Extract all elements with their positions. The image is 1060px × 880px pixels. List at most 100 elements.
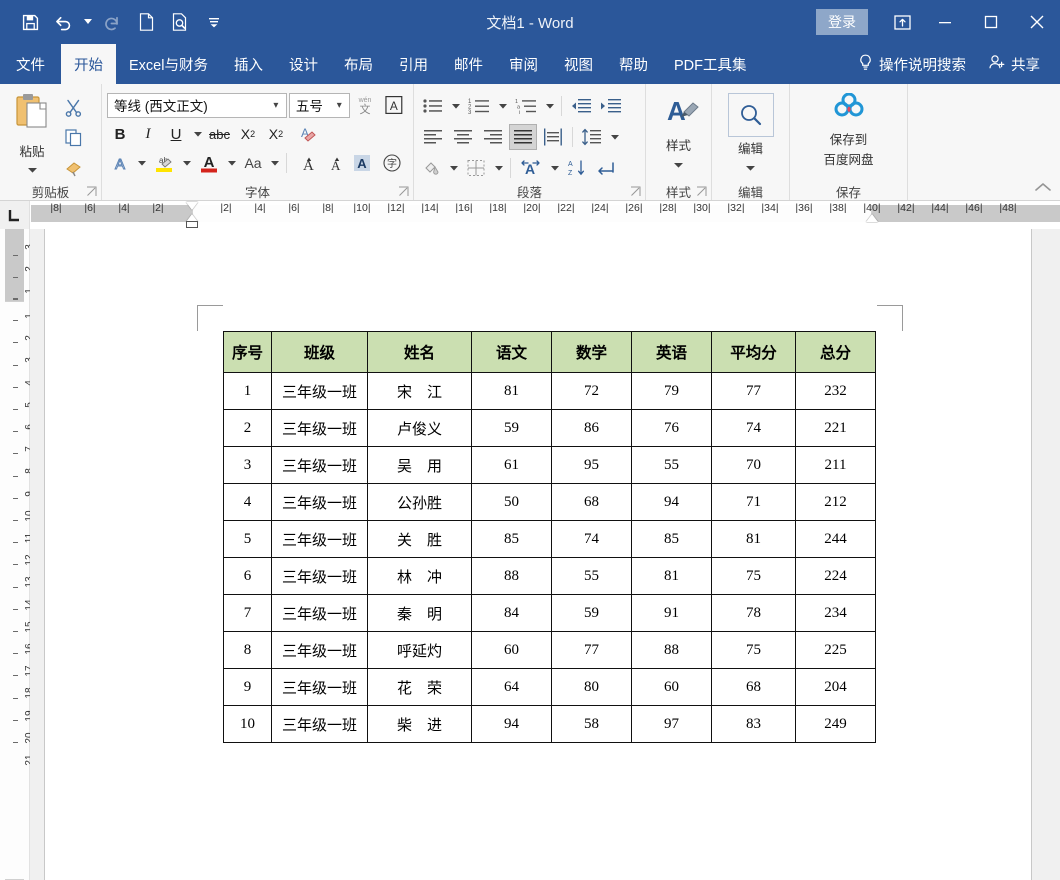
align-left-icon[interactable] — [419, 124, 447, 150]
cell-english[interactable]: 94 — [632, 484, 712, 521]
table-row[interactable]: 7三年级一班秦 明84599178234 — [224, 595, 876, 632]
cell-name[interactable]: 呼延灼 — [368, 632, 472, 669]
styles-dialog-launcher-icon[interactable] — [696, 186, 707, 197]
cut-icon[interactable] — [59, 94, 87, 120]
cell-no[interactable]: 5 — [224, 521, 272, 558]
cell-math[interactable]: 80 — [552, 669, 632, 706]
numbered-list-dropdown-icon[interactable] — [496, 93, 509, 119]
tab-help[interactable]: 帮助 — [606, 44, 661, 84]
cell-average[interactable]: 74 — [712, 410, 796, 447]
phonetic-guide-icon[interactable]: wén文 — [352, 92, 378, 118]
first-line-indent-marker[interactable] — [186, 202, 198, 210]
cell-english[interactable]: 91 — [632, 595, 712, 632]
text-effects-dropdown-icon[interactable] — [135, 150, 148, 176]
styles-button[interactable]: A 样式 — [651, 90, 706, 182]
cell-chinese[interactable]: 94 — [472, 706, 552, 743]
column-header-chinese[interactable]: 语文 — [472, 332, 552, 373]
strikethrough-button[interactable]: abc — [206, 121, 233, 147]
cell-no[interactable]: 7 — [224, 595, 272, 632]
cell-chinese[interactable]: 85 — [472, 521, 552, 558]
ribbon-display-options-icon[interactable] — [882, 0, 922, 44]
collapse-ribbon-icon[interactable] — [1034, 180, 1052, 198]
cell-total[interactable]: 211 — [796, 447, 876, 484]
cell-total[interactable]: 244 — [796, 521, 876, 558]
editing-button[interactable]: 编辑 — [717, 90, 784, 182]
align-center-icon[interactable] — [449, 124, 477, 150]
column-header-math[interactable]: 数学 — [552, 332, 632, 373]
decrease-indent-icon[interactable] — [567, 93, 595, 119]
tab-stop-selector[interactable] — [0, 201, 30, 229]
table-row[interactable]: 9三年级一班花 荣64806068204 — [224, 669, 876, 706]
cell-english[interactable]: 81 — [632, 558, 712, 595]
column-header-class[interactable]: 班级 — [272, 332, 368, 373]
cell-total[interactable]: 224 — [796, 558, 876, 595]
cell-english[interactable]: 88 — [632, 632, 712, 669]
cell-name[interactable]: 吴 用 — [368, 447, 472, 484]
cell-name[interactable]: 卢俊义 — [368, 410, 472, 447]
clear-formatting-icon[interactable]: A — [291, 121, 319, 147]
borders-dropdown-icon[interactable] — [492, 155, 505, 181]
cell-chinese[interactable]: 88 — [472, 558, 552, 595]
cell-average[interactable]: 71 — [712, 484, 796, 521]
tab-excel-finance[interactable]: Excel与财务 — [116, 44, 221, 84]
tab-design[interactable]: 设计 — [276, 44, 331, 84]
cell-no[interactable]: 3 — [224, 447, 272, 484]
font-size-dropdown-icon[interactable]: ▾ — [332, 100, 346, 111]
cell-name[interactable]: 关 胜 — [368, 521, 472, 558]
copy-icon[interactable] — [59, 124, 87, 150]
cell-average[interactable]: 83 — [712, 706, 796, 743]
increase-indent-icon[interactable] — [597, 93, 625, 119]
cell-class[interactable]: 三年级一班 — [272, 521, 368, 558]
right-indent-marker[interactable] — [866, 214, 878, 222]
text-highlight-icon[interactable]: ab — [150, 150, 178, 176]
font-size-combobox[interactable]: 五号 ▾ — [289, 93, 350, 118]
table-row[interactable]: 2三年级一班卢俊义59867674221 — [224, 410, 876, 447]
cell-class[interactable]: 三年级一班 — [272, 484, 368, 521]
cell-name[interactable]: 秦 明 — [368, 595, 472, 632]
show-paragraph-marks-icon[interactable] — [593, 155, 621, 181]
highlight-dropdown-icon[interactable] — [180, 150, 193, 176]
cell-total[interactable]: 204 — [796, 669, 876, 706]
tab-layout[interactable]: 布局 — [331, 44, 386, 84]
cell-name[interactable]: 宋 江 — [368, 373, 472, 410]
cell-class[interactable]: 三年级一班 — [272, 373, 368, 410]
font-color-dropdown-icon[interactable] — [225, 150, 238, 176]
cell-math[interactable]: 74 — [552, 521, 632, 558]
undo-icon[interactable] — [48, 7, 80, 37]
cell-no[interactable]: 1 — [224, 373, 272, 410]
cell-average[interactable]: 70 — [712, 447, 796, 484]
cell-math[interactable]: 77 — [552, 632, 632, 669]
font-dialog-launcher-icon[interactable] — [398, 186, 409, 197]
cell-average[interactable]: 75 — [712, 632, 796, 669]
close-button[interactable] — [1014, 0, 1060, 44]
maximize-button[interactable] — [968, 0, 1014, 44]
italic-button[interactable]: I — [135, 121, 161, 147]
tab-view[interactable]: 视图 — [551, 44, 606, 84]
multilevel-list-icon[interactable]: 1ai — [511, 93, 541, 119]
left-indent-marker[interactable] — [186, 221, 198, 228]
table-row[interactable]: 6三年级一班林 冲88558175224 — [224, 558, 876, 595]
cell-chinese[interactable]: 61 — [472, 447, 552, 484]
line-spacing-icon[interactable] — [578, 124, 606, 150]
document-page[interactable]: 序号 班级 姓名 语文 数学 英语 平均分 总分 1三年级一班宋 江817279… — [45, 229, 1031, 880]
cell-no[interactable]: 8 — [224, 632, 272, 669]
cell-class[interactable]: 三年级一班 — [272, 632, 368, 669]
document-scroll-area[interactable]: 序号 班级 姓名 语文 数学 英语 平均分 总分 1三年级一班宋 江817279… — [30, 229, 1060, 880]
styles-dropdown-icon[interactable] — [674, 155, 683, 173]
cell-math[interactable]: 58 — [552, 706, 632, 743]
column-header-name[interactable]: 姓名 — [368, 332, 472, 373]
cell-english[interactable]: 55 — [632, 447, 712, 484]
clipboard-dialog-launcher-icon[interactable] — [86, 186, 97, 197]
new-document-icon[interactable] — [130, 7, 162, 37]
character-border-icon[interactable]: A — [380, 92, 408, 118]
cell-chinese[interactable]: 84 — [472, 595, 552, 632]
change-case-button[interactable]: Aa — [240, 150, 266, 176]
cell-class[interactable]: 三年级一班 — [272, 447, 368, 484]
bold-button[interactable]: B — [107, 121, 133, 147]
text-effects-icon[interactable]: A — [107, 150, 133, 176]
cell-english[interactable]: 97 — [632, 706, 712, 743]
cell-name[interactable]: 柴 进 — [368, 706, 472, 743]
cell-english[interactable]: 60 — [632, 669, 712, 706]
cell-name[interactable]: 花 荣 — [368, 669, 472, 706]
sort-icon[interactable]: AZ — [563, 155, 591, 181]
